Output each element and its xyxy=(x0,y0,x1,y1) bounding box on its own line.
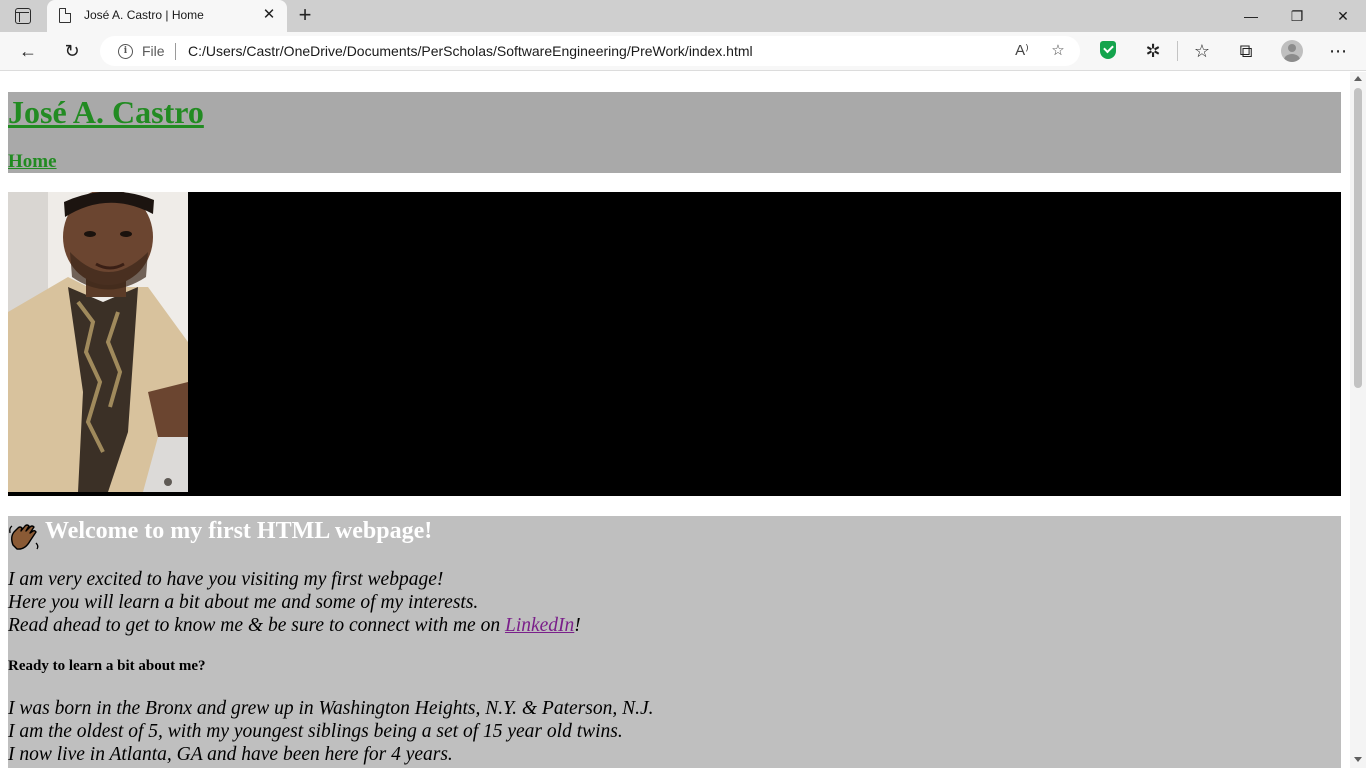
address-divider xyxy=(175,43,176,60)
profile-avatar[interactable] xyxy=(1281,40,1303,62)
browser-toolbar: ← ↻ i File C:/Users/Castr/OneDrive/Docum… xyxy=(0,32,1366,71)
tab-actions-icon[interactable] xyxy=(15,8,31,24)
collections-icon[interactable]: ⧉ xyxy=(1231,36,1261,66)
hero-banner xyxy=(8,192,1341,496)
tab-close-button[interactable]: ✕ xyxy=(260,5,278,25)
about-line-3: I now live in Atlanta, GA and have been … xyxy=(8,744,453,765)
extensions-icon[interactable]: ✲ xyxy=(1138,36,1168,66)
linkedin-link[interactable]: LinkedIn xyxy=(505,615,574,636)
address-bar[interactable]: i File C:/Users/Castr/OneDrive/Documents… xyxy=(100,36,1080,66)
settings-menu-icon[interactable]: ⋯ xyxy=(1323,36,1353,66)
welcome-heading-text: Welcome to my first HTML webpage! xyxy=(45,518,433,544)
minimize-button[interactable]: — xyxy=(1228,2,1274,30)
intro-line-3-text: Read ahead to get to know me & be sure t… xyxy=(8,615,505,636)
browser-essentials-shield-icon[interactable] xyxy=(1100,41,1116,59)
intro-paragraph: I am very excited to have you visiting m… xyxy=(8,568,581,637)
tab-strip: José A. Castro | Home ✕ + — ❐ ✕ xyxy=(0,0,1366,32)
toolbar-divider xyxy=(1177,41,1178,61)
nav-home-link[interactable]: Home xyxy=(8,151,57,173)
url-text[interactable]: C:/Users/Castr/OneDrive/Documents/PerSch… xyxy=(188,43,753,59)
site-info-icon[interactable]: i xyxy=(118,44,133,59)
scroll-up-icon[interactable] xyxy=(1354,76,1362,81)
about-line-1: I was born in the Bronx and grew up in W… xyxy=(8,698,654,719)
intro-line-2: Here you will learn a bit about me and s… xyxy=(8,592,479,613)
scroll-down-icon[interactable] xyxy=(1354,757,1362,762)
new-tab-button[interactable]: + xyxy=(293,3,317,27)
page-icon xyxy=(59,7,72,23)
site-header: José A. Castro Home xyxy=(8,92,1341,173)
about-paragraph: I was born in the Bronx and grew up in W… xyxy=(8,697,654,766)
profile-photo-illustration xyxy=(8,192,188,492)
page-viewport: José A. Castro Home Welcome to my first … xyxy=(0,72,1350,768)
profile-photo xyxy=(8,192,188,492)
tab-active[interactable]: José A. Castro | Home ✕ xyxy=(47,0,287,32)
scheme-label: File xyxy=(142,43,165,59)
scrollbar-thumb[interactable] xyxy=(1354,88,1362,388)
about-line-2: I am the oldest of 5, with my youngest s… xyxy=(8,721,623,742)
page-scrollbar[interactable] xyxy=(1350,72,1366,768)
intro-line-1: I am very excited to have you visiting m… xyxy=(8,569,444,590)
site-title-link[interactable]: José A. Castro xyxy=(8,94,204,131)
favorites-icon[interactable]: ☆ xyxy=(1187,36,1217,66)
window-close-button[interactable]: ✕ xyxy=(1320,2,1366,30)
intro-line-3: Read ahead to get to know me & be sure t… xyxy=(8,614,581,637)
refresh-button[interactable]: ↻ xyxy=(57,36,87,66)
tab-title: José A. Castro | Home xyxy=(84,8,204,22)
back-button[interactable]: ← xyxy=(13,36,43,66)
add-favorite-icon[interactable]: ☆ xyxy=(1046,40,1070,62)
about-subheading: Ready to learn a bit about me? xyxy=(8,658,206,674)
restore-button[interactable]: ❐ xyxy=(1274,2,1320,30)
intro-line-3-end: ! xyxy=(574,615,581,636)
waving-hand-icon xyxy=(9,524,39,550)
read-aloud-icon[interactable]: A⁾ xyxy=(1010,40,1034,62)
main-content: Welcome to my first HTML webpage! I am v… xyxy=(8,516,1341,768)
